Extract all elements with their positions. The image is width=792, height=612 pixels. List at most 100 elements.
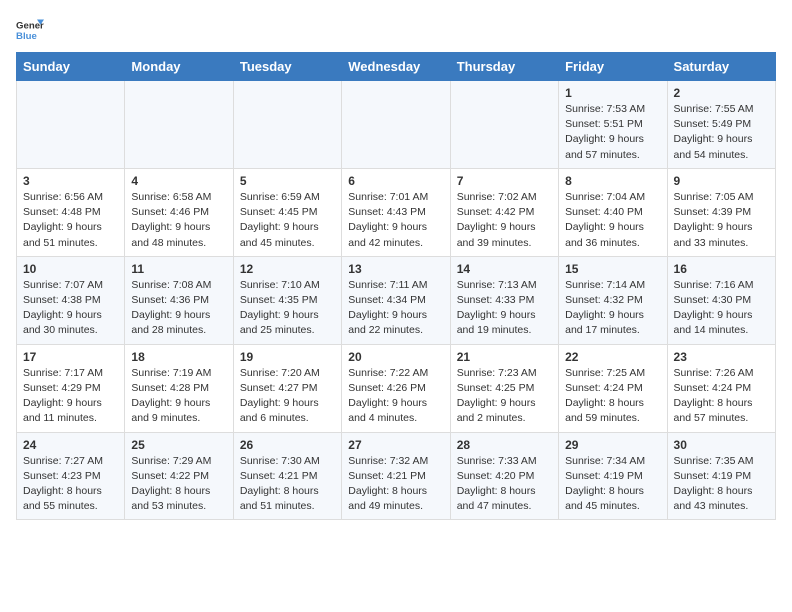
day-cell: 15Sunrise: 7:14 AM Sunset: 4:32 PM Dayli… <box>559 256 667 344</box>
day-info: Sunrise: 7:29 AM Sunset: 4:22 PM Dayligh… <box>131 454 226 515</box>
day-number: 8 <box>565 174 660 188</box>
week-row-3: 10 Sunrise: 7:07 AM Sunset: 4:38 PM Dayli… <box>17 256 776 344</box>
day-number: 16 <box>674 262 769 276</box>
day-info: Sunrise: 7:16 AM Sunset: 4:30 PM Dayligh… <box>674 278 769 339</box>
day-cell: 16 Sunrise: 7:16 AM Sunset: 4:30 PM Dayli… <box>667 256 775 344</box>
day-number: 4 <box>131 174 226 188</box>
header-cell-tuesday: Tuesday <box>233 53 341 81</box>
day-cell: 18Sunrise: 7:19 AM Sunset: 4:28 PM Dayli… <box>125 344 233 432</box>
day-number: 20 <box>348 350 443 364</box>
day-info: Sunrise: 6:56 AM Sunset: 4:48 PM Dayligh… <box>23 190 118 251</box>
day-cell: 14 Sunrise: 7:13 AM Sunset: 4:33 PM Dayli… <box>450 256 558 344</box>
day-cell: 27Sunrise: 7:32 AM Sunset: 4:21 PM Dayli… <box>342 432 450 520</box>
day-number: 24 <box>23 438 118 452</box>
day-info: Sunrise: 7:55 AM Sunset: 5:49 PM Dayligh… <box>674 102 769 163</box>
day-cell: 1 Sunrise: 7:53 AM Sunset: 5:51 PM Daylig… <box>559 81 667 169</box>
day-cell <box>450 81 558 169</box>
day-cell: 28 Sunrise: 7:33 AM Sunset: 4:20 PM Dayli… <box>450 432 558 520</box>
day-cell: 25 Sunrise: 7:29 AM Sunset: 4:22 PM Dayli… <box>125 432 233 520</box>
day-cell: 10 Sunrise: 7:07 AM Sunset: 4:38 PM Dayli… <box>17 256 125 344</box>
header-cell-sunday: Sunday <box>17 53 125 81</box>
day-info: Sunrise: 7:23 AM Sunset: 4:25 PM Dayligh… <box>457 366 552 427</box>
day-info: Sunrise: 7:30 AM Sunset: 4:21 PM Dayligh… <box>240 454 335 515</box>
day-cell: 8 Sunrise: 7:04 AM Sunset: 4:40 PM Daylig… <box>559 168 667 256</box>
day-number: 9 <box>674 174 769 188</box>
day-number: 6 <box>348 174 443 188</box>
day-cell <box>233 81 341 169</box>
day-number: 22 <box>565 350 660 364</box>
day-number: 28 <box>457 438 552 452</box>
day-info: Sunrise: 7:27 AM Sunset: 4:23 PM Dayligh… <box>23 454 118 515</box>
day-number: 14 <box>457 262 552 276</box>
day-cell: 23Sunrise: 7:26 AM Sunset: 4:24 PM Dayli… <box>667 344 775 432</box>
day-cell: 20 Sunrise: 7:22 AM Sunset: 4:26 PM Dayli… <box>342 344 450 432</box>
day-number: 25 <box>131 438 226 452</box>
day-number: 7 <box>457 174 552 188</box>
day-number: 13 <box>348 262 443 276</box>
day-cell: 5 Sunrise: 6:59 AM Sunset: 4:45 PM Daylig… <box>233 168 341 256</box>
day-info: Sunrise: 7:25 AM Sunset: 4:24 PM Dayligh… <box>565 366 660 427</box>
week-row-1: 1 Sunrise: 7:53 AM Sunset: 5:51 PM Daylig… <box>17 81 776 169</box>
day-number: 26 <box>240 438 335 452</box>
day-info: Sunrise: 7:35 AM Sunset: 4:19 PM Dayligh… <box>674 454 769 515</box>
day-cell: 7 Sunrise: 7:02 AM Sunset: 4:42 PM Daylig… <box>450 168 558 256</box>
day-info: Sunrise: 7:10 AM Sunset: 4:35 PM Dayligh… <box>240 278 335 339</box>
day-cell: 2 Sunrise: 7:55 AM Sunset: 5:49 PM Daylig… <box>667 81 775 169</box>
day-number: 5 <box>240 174 335 188</box>
day-info: Sunrise: 7:22 AM Sunset: 4:26 PM Dayligh… <box>348 366 443 427</box>
day-info: Sunrise: 7:33 AM Sunset: 4:20 PM Dayligh… <box>457 454 552 515</box>
day-info: Sunrise: 6:58 AM Sunset: 4:46 PM Dayligh… <box>131 190 226 251</box>
day-number: 12 <box>240 262 335 276</box>
day-info: Sunrise: 6:59 AM Sunset: 4:45 PM Dayligh… <box>240 190 335 251</box>
day-cell: 22 Sunrise: 7:25 AM Sunset: 4:24 PM Dayli… <box>559 344 667 432</box>
day-number: 21 <box>457 350 552 364</box>
day-number: 1 <box>565 86 660 100</box>
header-cell-saturday: Saturday <box>667 53 775 81</box>
day-info: Sunrise: 7:19 AM Sunset: 4:28 PM Dayligh… <box>131 366 226 427</box>
day-info: Sunrise: 7:08 AM Sunset: 4:36 PM Dayligh… <box>131 278 226 339</box>
header-cell-friday: Friday <box>559 53 667 81</box>
day-cell <box>125 81 233 169</box>
header-row: SundayMondayTuesdayWednesdayThursdayFrid… <box>17 53 776 81</box>
day-info: Sunrise: 7:20 AM Sunset: 4:27 PM Dayligh… <box>240 366 335 427</box>
day-cell: 9 Sunrise: 7:05 AM Sunset: 4:39 PM Daylig… <box>667 168 775 256</box>
day-number: 11 <box>131 262 226 276</box>
day-cell: 4 Sunrise: 6:58 AM Sunset: 4:46 PM Daylig… <box>125 168 233 256</box>
day-info: Sunrise: 7:02 AM Sunset: 4:42 PM Dayligh… <box>457 190 552 251</box>
header-cell-thursday: Thursday <box>450 53 558 81</box>
day-cell: 3 Sunrise: 6:56 AM Sunset: 4:48 PM Daylig… <box>17 168 125 256</box>
day-info: Sunrise: 7:13 AM Sunset: 4:33 PM Dayligh… <box>457 278 552 339</box>
header-cell-wednesday: Wednesday <box>342 53 450 81</box>
day-info: Sunrise: 7:26 AM Sunset: 4:24 PM Dayligh… <box>674 366 769 427</box>
day-number: 29 <box>565 438 660 452</box>
day-number: 2 <box>674 86 769 100</box>
day-number: 3 <box>23 174 118 188</box>
svg-text:Blue: Blue <box>16 31 37 42</box>
day-info: Sunrise: 7:07 AM Sunset: 4:38 PM Dayligh… <box>23 278 118 339</box>
day-cell: 26 Sunrise: 7:30 AM Sunset: 4:21 PM Dayli… <box>233 432 341 520</box>
day-cell: 13Sunrise: 7:11 AM Sunset: 4:34 PM Dayli… <box>342 256 450 344</box>
week-row-2: 3 Sunrise: 6:56 AM Sunset: 4:48 PM Daylig… <box>17 168 776 256</box>
calendar-body: 1 Sunrise: 7:53 AM Sunset: 5:51 PM Daylig… <box>17 81 776 520</box>
day-cell <box>342 81 450 169</box>
day-cell: 19 Sunrise: 7:20 AM Sunset: 4:27 PM Dayli… <box>233 344 341 432</box>
day-number: 30 <box>674 438 769 452</box>
day-info: Sunrise: 7:01 AM Sunset: 4:43 PM Dayligh… <box>348 190 443 251</box>
day-info: Sunrise: 7:53 AM Sunset: 5:51 PM Dayligh… <box>565 102 660 163</box>
day-info: Sunrise: 7:05 AM Sunset: 4:39 PM Dayligh… <box>674 190 769 251</box>
logo-icon: General Blue <box>16 16 44 44</box>
day-cell: 6 Sunrise: 7:01 AM Sunset: 4:43 PM Daylig… <box>342 168 450 256</box>
day-number: 19 <box>240 350 335 364</box>
day-cell <box>17 81 125 169</box>
day-info: Sunrise: 7:34 AM Sunset: 4:19 PM Dayligh… <box>565 454 660 515</box>
logo: General Blue <box>16 16 44 44</box>
day-number: 27 <box>348 438 443 452</box>
day-cell: 12 Sunrise: 7:10 AM Sunset: 4:35 PM Dayli… <box>233 256 341 344</box>
day-number: 17 <box>23 350 118 364</box>
header-cell-monday: Monday <box>125 53 233 81</box>
day-info: Sunrise: 7:04 AM Sunset: 4:40 PM Dayligh… <box>565 190 660 251</box>
day-number: 10 <box>23 262 118 276</box>
week-row-5: 24 Sunrise: 7:27 AM Sunset: 4:23 PM Dayli… <box>17 432 776 520</box>
page-header: General Blue <box>16 16 776 44</box>
calendar-header: SundayMondayTuesdayWednesdayThursdayFrid… <box>17 53 776 81</box>
